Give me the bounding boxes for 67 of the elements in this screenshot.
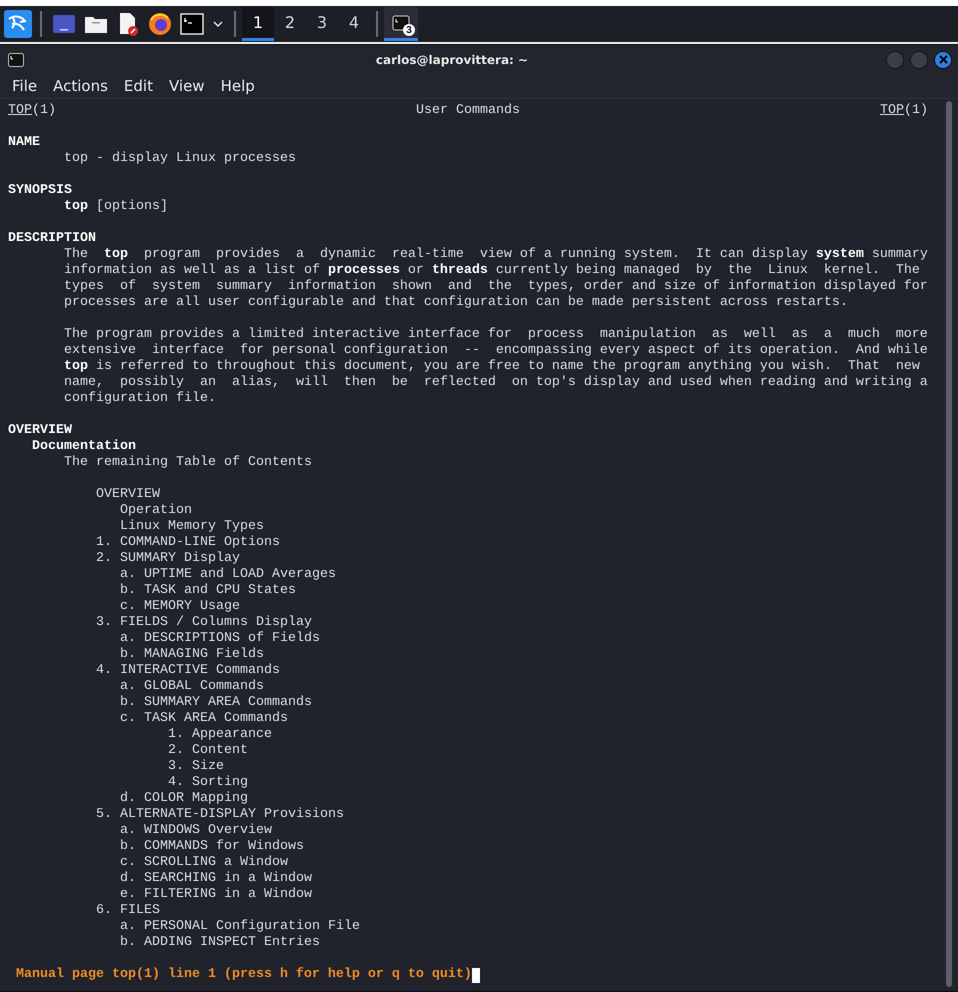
contents-entry: a. UPTIME and LOAD Averages (120, 567, 337, 583)
contents-entry: b. COMMANDS for Windows (120, 839, 305, 855)
close-button[interactable] (934, 50, 952, 68)
text-cursor (472, 968, 480, 982)
section-heading: DESCRIPTION (8, 231, 97, 247)
status-prompt: Manual page top(1) line 1 (press h for help or q to quit) (16, 967, 472, 983)
contents-entry: a. WINDOWS Overview (120, 823, 273, 839)
contents-entry: 3. Size (168, 759, 225, 775)
menu-item[interactable]: Help (212, 77, 263, 95)
document-edit-icon (117, 12, 139, 36)
section-heading: SYNOPSIS (8, 183, 73, 199)
section-heading: NAME (8, 135, 41, 151)
page-name: TOP(1) (880, 103, 928, 119)
contents-entry: 4. INTERACTIVE Commands (96, 663, 281, 679)
contents-entry: a. GLOBAL Commands (120, 679, 265, 695)
contents-entry: c. TASK AREA Commands (120, 711, 289, 727)
paragraph: top - display Linux processes (63, 151, 297, 167)
menu-item[interactable]: View (160, 77, 213, 95)
close-icon (938, 55, 948, 64)
terminal-task-button[interactable]: 3 (384, 7, 418, 41)
menu-item[interactable]: Actions (45, 77, 116, 95)
workspace-tab[interactable]: 4 (338, 7, 370, 41)
contents-entry: 5. ALTERNATE-DISPLAY Provisions (96, 807, 345, 823)
contents-entry: 6. FILES (96, 903, 161, 919)
contents-entry: 1. COMMAND-LINE Options (96, 535, 281, 551)
contents-entry: 4. Sorting (168, 775, 249, 791)
count-badge: 3 (403, 24, 415, 36)
contents-entry: 2. SUMMARY Display (96, 551, 241, 567)
terminal-icon (180, 13, 204, 35)
paragraph: The remaining Table of Contents (63, 455, 313, 471)
fox-globe-icon (148, 12, 172, 36)
paragraph: top [options] (63, 199, 169, 215)
menu-item[interactable]: Edit (116, 77, 161, 95)
contents-entry: Operation (120, 503, 193, 519)
scrollbar[interactable] (946, 101, 952, 987)
contents-entry: e. FILTERING in a Window (120, 887, 313, 903)
contents-entry: a. DESCRIPTIONS of Fields (120, 631, 321, 647)
dragon-logo-icon (4, 10, 32, 38)
terminal-icon (8, 52, 24, 66)
window-title: carlos@laprovittera: ~ (374, 52, 530, 66)
contents-entry: 3. FIELDS / Columns Display (96, 615, 313, 631)
contents-entry: c. SCROLLING a Window (120, 855, 289, 871)
menu-item[interactable]: File (4, 77, 46, 95)
workspace-tab[interactable]: 3 (306, 7, 338, 41)
contents-entry: 1. Appearance (168, 727, 273, 743)
contents-entry: d. COLOR Mapping (120, 791, 249, 807)
contents-entry: 2. Content (168, 743, 249, 759)
paragraph: The program provides a limited interactive interface for process manipulation as well as a much more extensive interface for personal configuration -- encompassing every aspect of its operation. And while top is referred to throughout this document, you are free to name the program anything you wish. That new name, possibly an alias, will then be reflected on top's display and used when reading and writing a configuration file. (63, 327, 929, 407)
section-heading: OVERVIEW (8, 423, 73, 439)
contents-entry: a. PERSONAL Configuration File (120, 919, 361, 935)
workspace-tab[interactable]: 2 (274, 7, 306, 41)
workspace-tab[interactable]: 1 (242, 7, 274, 41)
chevron-down-icon (213, 21, 223, 27)
contents-entry: b. SUMMARY AREA Commands (120, 695, 313, 711)
contents-entry: b. ADDING INSPECT Entries (120, 935, 321, 951)
contents-entry: b. MANAGING Fields (120, 647, 265, 663)
contents-entry: c. MEMORY Usage (120, 599, 241, 615)
page-category: User Commands (416, 103, 520, 119)
contents-entry: Linux Memory Types (120, 519, 265, 535)
page-name: TOP(1) (8, 103, 56, 119)
contents-entry: OVERVIEW (96, 487, 161, 503)
desktop-icon (52, 13, 76, 35)
launcher-button[interactable] (2, 7, 34, 41)
paragraph: The top program provides a dynamic real-time view of a running system. It can display system summary information as well as a list of processes or threads currently being managed by the Linux kernel. The types of system summary information shown and the types, order and size of information displayed for processes are all user configurable and that configuration can be made persistent across restarts. (63, 247, 929, 311)
subsection-heading: Documentation (31, 439, 137, 455)
contents-entry: b. TASK and CPU States (120, 583, 297, 599)
contents-entry: d. SEARCHING in a Window (120, 871, 313, 887)
